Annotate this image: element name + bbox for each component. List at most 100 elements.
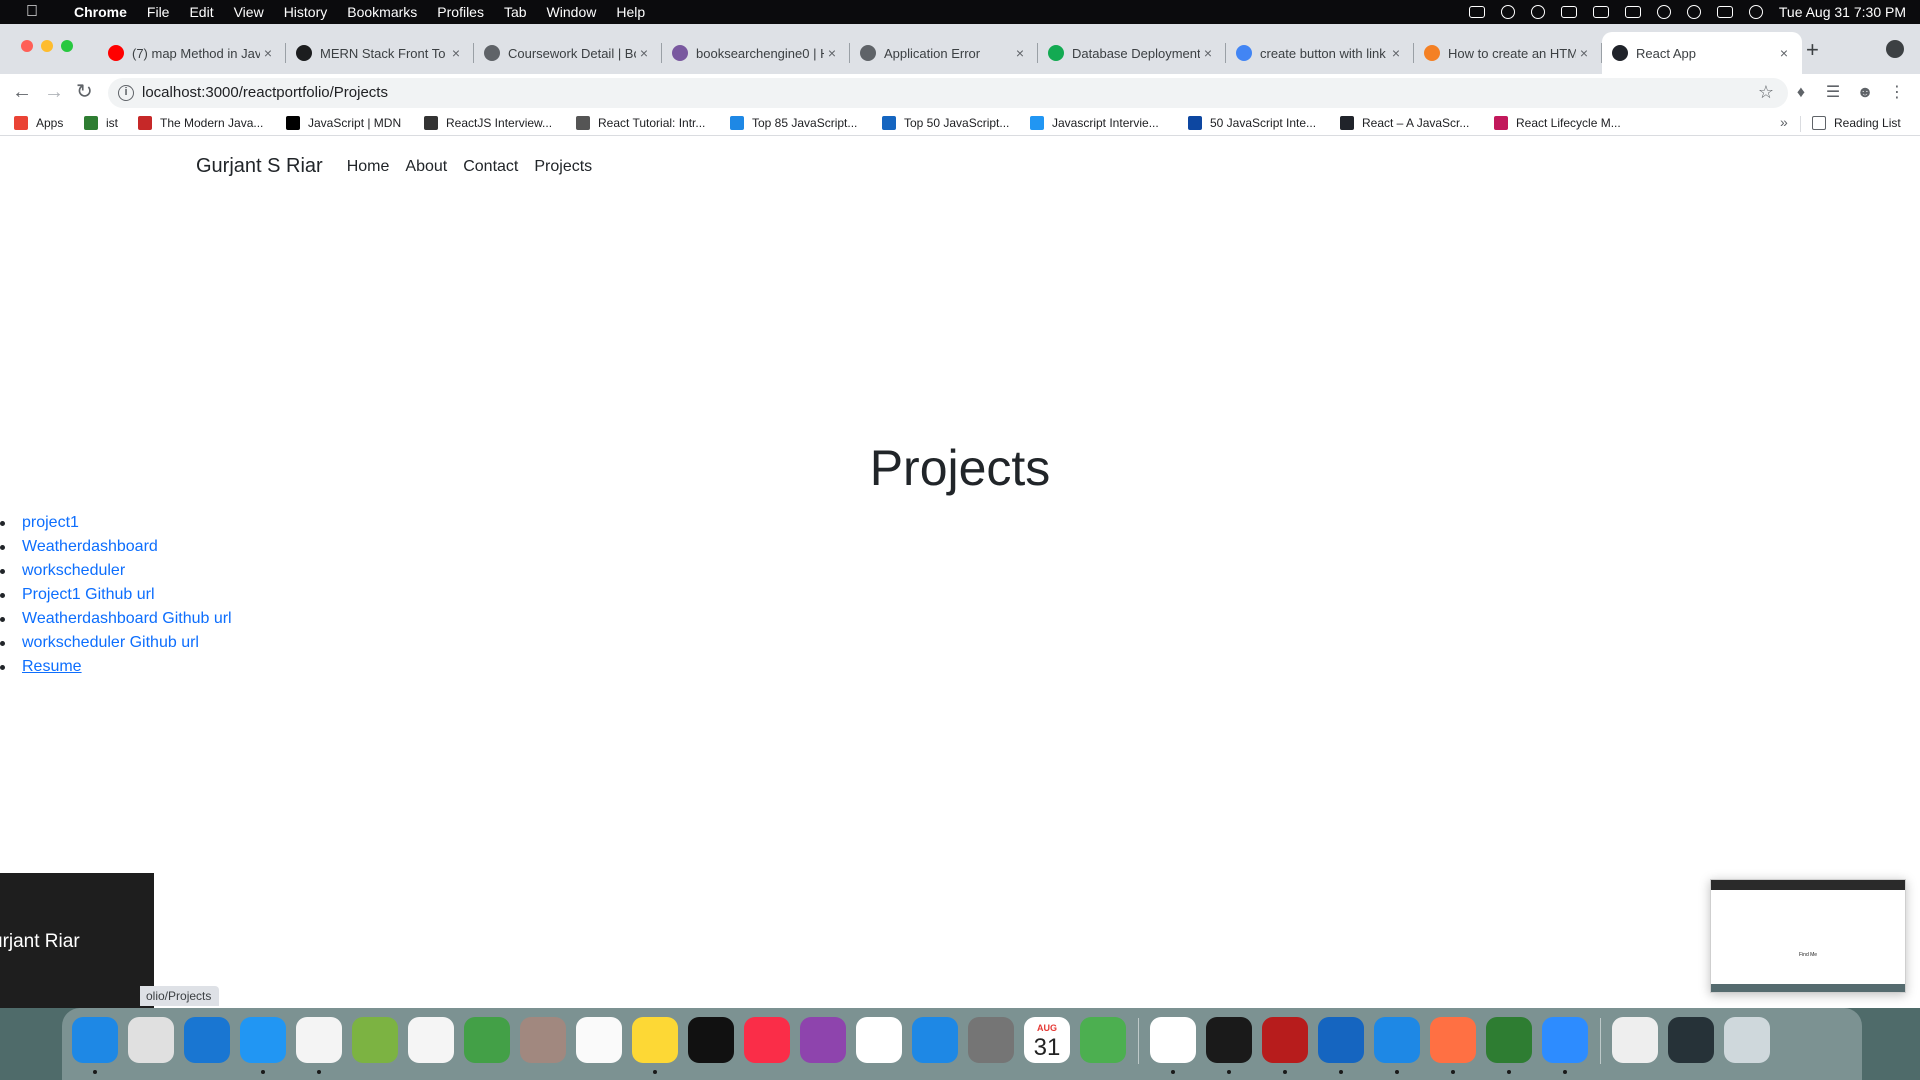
trash-icon[interactable] — [1724, 1017, 1770, 1063]
address-bar-url[interactable]: localhost:3000/reactportfolio/Projects — [142, 84, 388, 101]
tab[interactable]: Coursework Detail | Bo × — [474, 32, 662, 74]
reading-list-button[interactable]: Reading List — [1812, 116, 1901, 130]
wifi-icon[interactable] — [1656, 5, 1671, 19]
project-link[interactable]: Weatherdashboard Github url — [0, 607, 232, 631]
appletv-icon[interactable] — [688, 1017, 734, 1063]
tab-close-icon[interactable]: × — [824, 45, 840, 61]
bookmark-item[interactable]: Top 85 JavaScript... — [730, 116, 857, 130]
address-bar[interactable]: i localhost:3000/reactportfolio/Projects… — [108, 78, 1788, 108]
tab-close-icon[interactable]: × — [1012, 45, 1028, 61]
mail-icon[interactable] — [240, 1017, 286, 1063]
tab-close-icon[interactable]: × — [448, 45, 464, 61]
bookmark-item[interactable]: The Modern Java... — [138, 116, 263, 130]
reminders-icon[interactable] — [576, 1017, 622, 1063]
bookmark-item[interactable]: JavaScript | MDN — [286, 116, 401, 130]
apple-menu-icon[interactable]:  — [20, 3, 44, 21]
podcasts-icon[interactable] — [800, 1017, 846, 1063]
project-link-label[interactable]: Weatherdashboard Github url — [22, 610, 232, 627]
menu-history[interactable]: History — [284, 4, 328, 20]
launchpad-icon[interactable] — [128, 1017, 174, 1063]
bookmark-item[interactable]: React – A JavaScr... — [1340, 116, 1469, 130]
more-bookmarks-icon[interactable]: » — [1780, 114, 1788, 130]
new-tab-icon[interactable]: + — [1806, 39, 1819, 61]
tab[interactable]: How to create an HTM × — [1414, 32, 1602, 74]
maps-icon[interactable] — [352, 1017, 398, 1063]
bookmark-item[interactable]: Top 50 JavaScript... — [882, 116, 1009, 130]
vscode-icon[interactable] — [1374, 1017, 1420, 1063]
menu-bar-clock[interactable]: Tue Aug 31 7:30 PM — [1779, 4, 1906, 20]
site-brand[interactable]: Gurjant S Riar — [196, 155, 323, 178]
bookmark-item[interactable]: React Lifecycle M... — [1494, 116, 1621, 130]
news-icon[interactable] — [856, 1017, 902, 1063]
project-link-label[interactable]: Weatherdashboard — [22, 538, 158, 555]
bookmark-star-icon[interactable]: ☆ — [1758, 82, 1774, 103]
menu-bookmarks[interactable]: Bookmarks — [347, 4, 417, 20]
facetime-icon[interactable] — [464, 1017, 510, 1063]
bookmark-item[interactable]: 50 JavaScript Inte... — [1188, 116, 1316, 130]
bookmark-item[interactable]: Javascript Intervie... — [1030, 116, 1159, 130]
bookmark-item[interactable]: ist — [84, 116, 118, 130]
screenshot-thumbnail[interactable]: Find Me — [1710, 879, 1906, 993]
project-link[interactable]: workscheduler Github url — [0, 631, 232, 655]
menu-profiles[interactable]: Profiles — [437, 4, 484, 20]
tab-active[interactable]: React App × — [1602, 32, 1802, 74]
extensions-puzzle-icon[interactable]: ♦ — [1792, 84, 1810, 102]
window-minimize-icon[interactable] — [41, 40, 53, 52]
screen-mirroring-icon[interactable] — [1560, 6, 1577, 18]
do-not-disturb-icon[interactable] — [1500, 5, 1515, 19]
menu-edit[interactable]: Edit — [189, 4, 213, 20]
window-zoom-icon[interactable] — [61, 40, 73, 52]
pages-icon[interactable] — [1430, 1017, 1476, 1063]
tab[interactable]: Application Error × — [850, 32, 1038, 74]
tab-close-icon[interactable]: × — [260, 45, 276, 61]
terminal-icon[interactable] — [1206, 1017, 1252, 1063]
media-controls-icon[interactable]: ☰ — [1824, 84, 1842, 102]
reload-icon[interactable]: ↻ — [76, 82, 93, 102]
notes-icon[interactable] — [632, 1017, 678, 1063]
bookmark-item[interactable]: Apps — [14, 116, 63, 130]
menu-help[interactable]: Help — [616, 4, 645, 20]
screen-record-icon[interactable] — [1468, 6, 1485, 18]
tab-search-icon[interactable] — [1886, 40, 1904, 58]
photos-icon[interactable] — [408, 1017, 454, 1063]
tab-close-icon[interactable]: × — [1576, 45, 1592, 61]
project-link-label[interactable]: workscheduler — [22, 562, 125, 579]
tab-close-icon[interactable]: × — [1200, 45, 1216, 61]
safari-icon[interactable] — [184, 1017, 230, 1063]
project-link[interactable]: project1 — [0, 511, 232, 535]
menu-file[interactable]: File — [147, 4, 170, 20]
profile-avatar-icon[interactable]: ☻ — [1856, 84, 1874, 102]
now-playing-icon[interactable] — [1530, 5, 1545, 19]
tab[interactable]: MERN Stack Front To E × — [286, 32, 474, 74]
menu-view[interactable]: View — [234, 4, 264, 20]
tab[interactable]: booksearchengine0 | H × — [662, 32, 850, 74]
window-close-icon[interactable] — [21, 40, 33, 52]
tab[interactable]: create button with link × — [1226, 32, 1414, 74]
messages-icon[interactable] — [1080, 1017, 1126, 1063]
project-link-label[interactable]: workscheduler Github url — [22, 634, 199, 651]
calendar-icon[interactable]: AUG 31 — [1024, 1017, 1070, 1063]
project-link-label[interactable]: Project1 Github url — [22, 586, 155, 603]
bookmark-item[interactable]: React Tutorial: Intr... — [576, 116, 705, 130]
excel-icon[interactable] — [1486, 1017, 1532, 1063]
site-info-icon[interactable]: i — [118, 85, 134, 101]
resume-link-label[interactable]: Resume — [22, 658, 82, 675]
word-icon[interactable] — [1318, 1017, 1364, 1063]
finder-icon[interactable] — [72, 1017, 118, 1063]
nav-link-about[interactable]: About — [405, 158, 447, 176]
appstore-icon[interactable] — [912, 1017, 958, 1063]
siri-icon[interactable] — [1748, 5, 1763, 19]
menu-window[interactable]: Window — [547, 4, 597, 20]
battery-icon[interactable] — [1624, 6, 1641, 18]
menu-tab[interactable]: Tab — [504, 4, 527, 20]
document-icon[interactable] — [1612, 1017, 1658, 1063]
acrobat-icon[interactable] — [1262, 1017, 1308, 1063]
system-preferences-icon[interactable] — [968, 1017, 1014, 1063]
project-link[interactable]: workscheduler — [0, 559, 232, 583]
forward-arrow-icon[interactable]: → — [44, 82, 64, 102]
control-center-icon[interactable] — [1716, 6, 1733, 18]
project-link[interactable]: Weatherdashboard — [0, 535, 232, 559]
back-arrow-icon[interactable]: ← — [12, 82, 32, 102]
terminal-window-icon[interactable] — [1668, 1017, 1714, 1063]
tab[interactable]: Database Deployment × — [1038, 32, 1226, 74]
